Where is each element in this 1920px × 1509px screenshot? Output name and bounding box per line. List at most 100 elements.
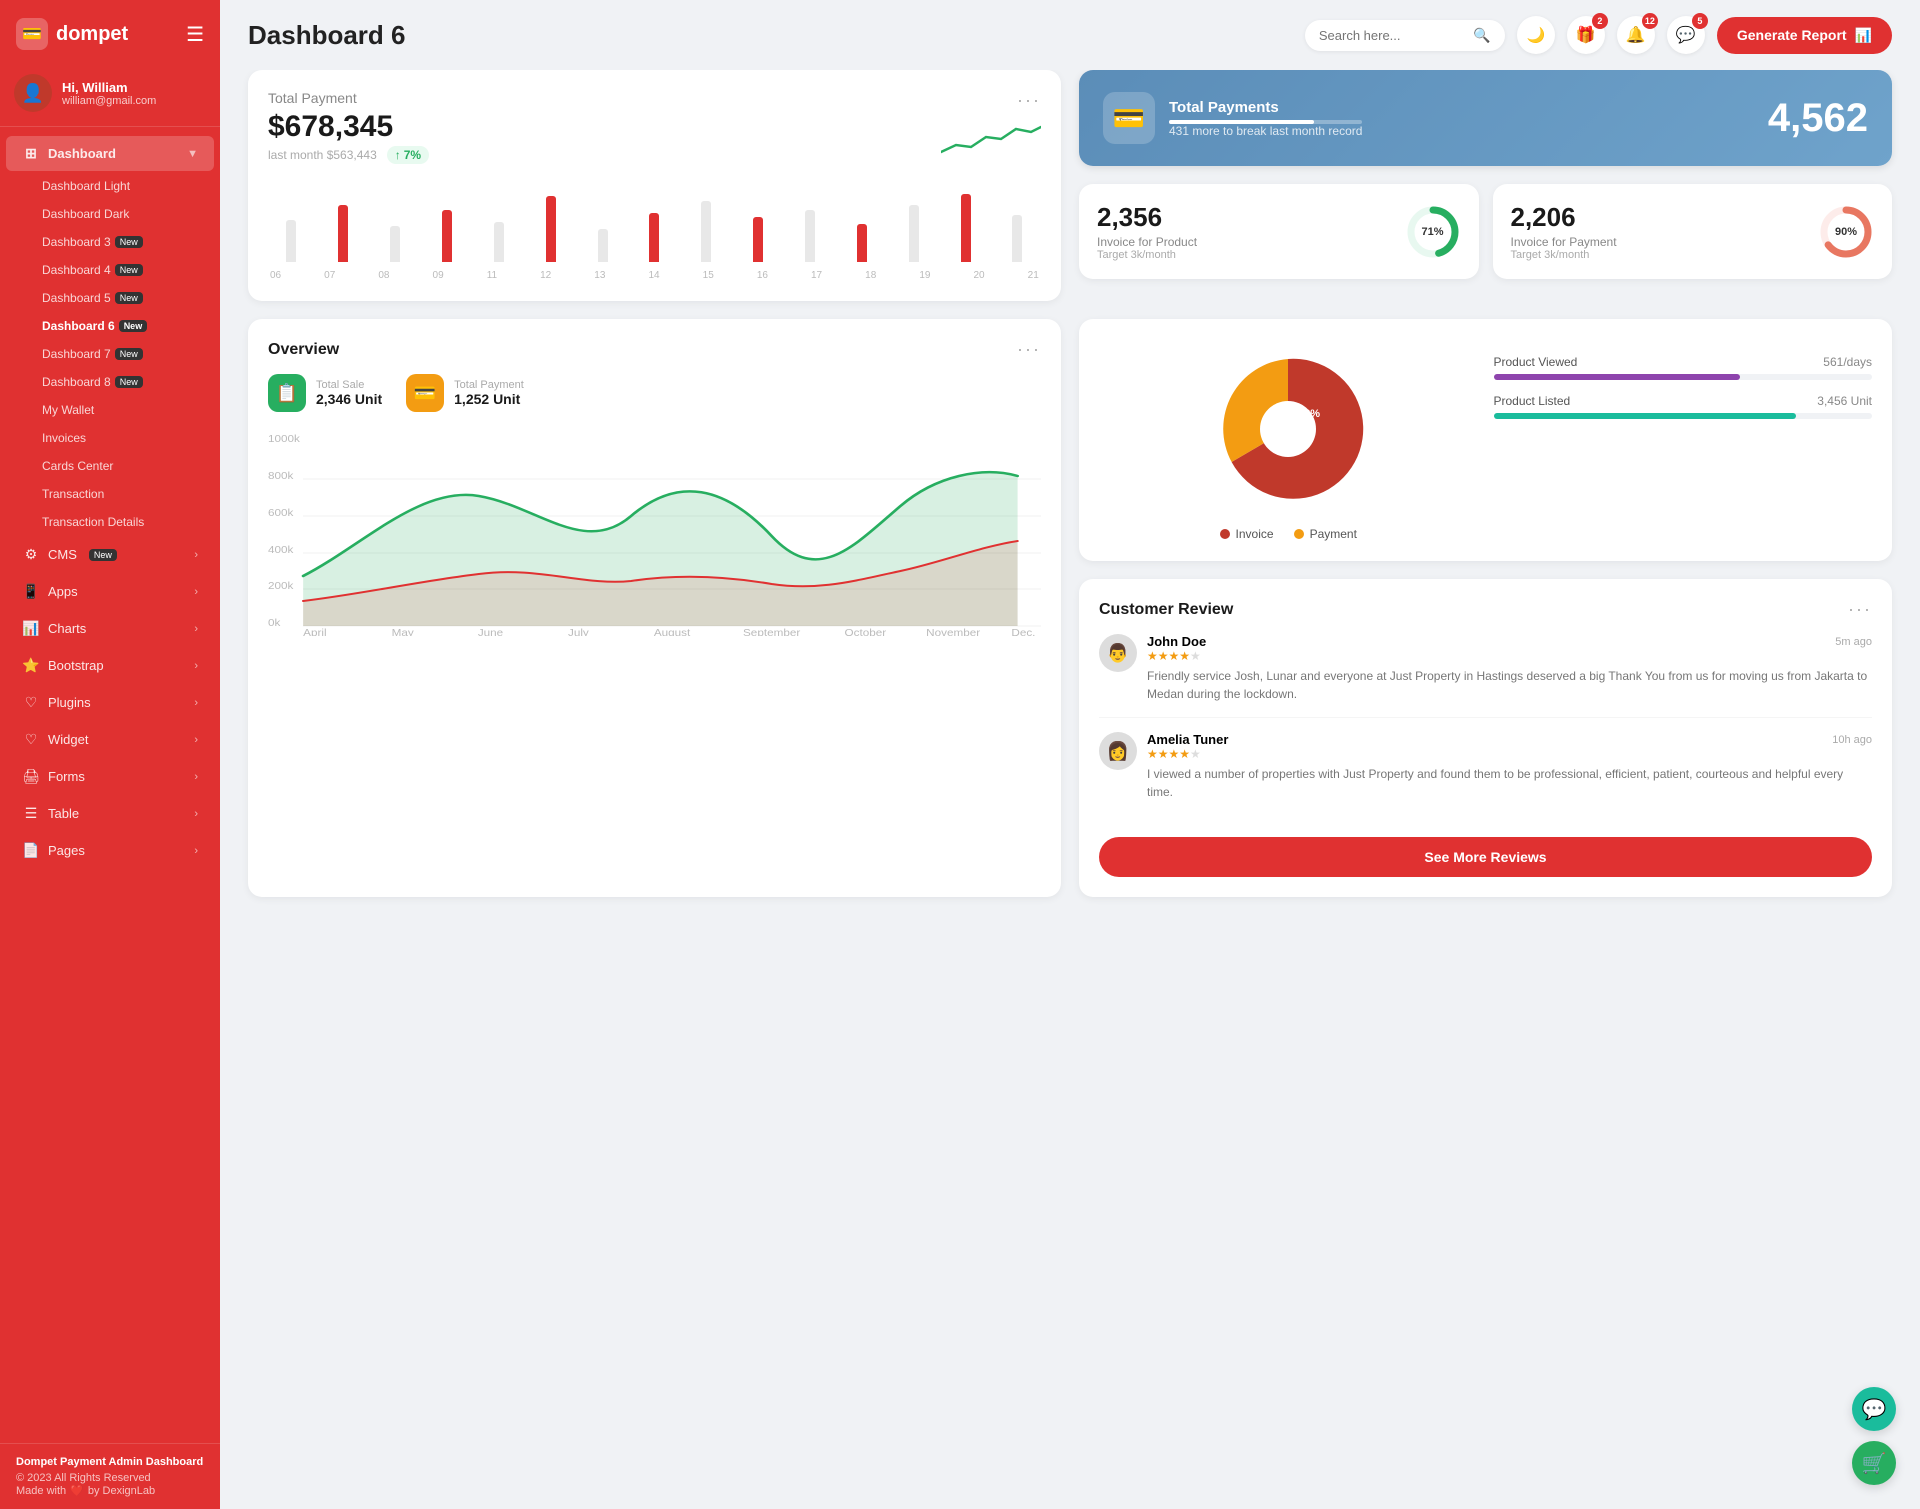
payment-dot <box>1294 529 1304 539</box>
bar-07 <box>338 205 348 262</box>
sidebar-item-cms[interactable]: ⚙ CMS New › <box>6 537 214 572</box>
svg-text:Dec.: Dec. <box>1011 628 1035 636</box>
avatar: 👤 <box>14 74 52 112</box>
generate-report-button[interactable]: Generate Report 📊 <box>1717 17 1892 54</box>
reviewer-2-header: Amelia Tuner 10h ago <box>1147 732 1872 747</box>
sidebar-item-dashboard[interactable]: ⊞ Dashboard ▼ <box>6 136 214 171</box>
sidebar-item-dashboard-5[interactable]: Dashboard 5 New <box>6 284 214 312</box>
svg-text:62%: 62% <box>1263 427 1289 442</box>
sidebar-item-dashboard-7[interactable]: Dashboard 7 New <box>6 340 214 368</box>
product-viewed-fill <box>1494 374 1740 380</box>
reviewer-1-stars: ★★★★★ <box>1147 649 1872 663</box>
sidebar-item-bootstrap[interactable]: ⭐ Bootstrap › <box>6 648 214 683</box>
bar-group-20 <box>942 194 989 262</box>
total-sale-info: Total Sale 2,346 Unit <box>316 379 382 407</box>
sidebar-item-dashboard-light[interactable]: Dashboard Light <box>6 172 214 200</box>
product-listed-header: Product Listed 3,456 Unit <box>1494 394 1873 408</box>
sidebar-item-dashboard-6[interactable]: Dashboard 6 New <box>6 312 214 340</box>
sidebar-item-transaction-details[interactable]: Transaction Details <box>6 508 214 536</box>
bar-label-13: 13 <box>594 270 605 281</box>
sidebar-item-apps[interactable]: 📱 Apps › <box>6 574 214 609</box>
sidebar-item-my-wallet[interactable]: My Wallet <box>6 396 214 424</box>
bar-group-13 <box>579 229 626 262</box>
see-more-reviews-button[interactable]: See More Reviews <box>1099 837 1872 877</box>
cms-icon: ⚙ <box>22 546 40 563</box>
product-listed-value: 3,456 Unit <box>1817 394 1872 408</box>
review-title: Customer Review <box>1099 601 1233 619</box>
sidebar-item-cards-center[interactable]: Cards Center <box>6 452 214 480</box>
generate-report-label: Generate Report <box>1737 27 1847 43</box>
svg-text:August: August <box>654 628 690 636</box>
gift-button[interactable]: 🎁 2 <box>1567 16 1605 54</box>
sidebar-item-dashboard-8[interactable]: Dashboard 8 New <box>6 368 214 396</box>
bar-group-15 <box>683 201 730 262</box>
chevron-right-icon: › <box>194 771 198 783</box>
gift-icon: 🎁 <box>1576 25 1596 45</box>
overview-card: Overview ··· 📋 Total Sale 2,346 Unit 💳 <box>248 319 1061 897</box>
bar-label-08: 08 <box>378 270 389 281</box>
total-sale-icon: 📋 <box>268 374 306 412</box>
blue-card-title: Total Payments <box>1169 99 1362 116</box>
bar-group-18 <box>838 224 885 262</box>
bar-group-11 <box>475 222 522 262</box>
total-payment-stat-info: Total Payment 1,252 Unit <box>454 379 524 407</box>
invoice-row: 2,356 Invoice for Product Target 3k/mont… <box>1079 184 1892 279</box>
search-icon: 🔍 <box>1473 27 1490 44</box>
reviewer-2-stars: ★★★★★ <box>1147 747 1872 761</box>
reviewer-2-content: Amelia Tuner 10h ago ★★★★★ I viewed a nu… <box>1147 732 1872 801</box>
blue-card-value: 4,562 <box>1768 96 1868 141</box>
invoice-product-label: Invoice for Product <box>1097 235 1197 249</box>
svg-text:November: November <box>926 628 980 636</box>
bar-label-12: 12 <box>540 270 551 281</box>
chevron-right-icon: › <box>194 586 198 598</box>
overview-stats: 📋 Total Sale 2,346 Unit 💳 Total Payment … <box>268 374 1041 412</box>
chat-float-icon: 💬 <box>1862 1397 1887 1422</box>
sidebar-item-plugins[interactable]: ♡ Plugins › <box>6 685 214 720</box>
see-more-label: See More Reviews <box>1424 849 1546 865</box>
sidebar-item-widget[interactable]: ♡ Widget › <box>6 722 214 757</box>
cart-float-button[interactable]: 🛒 <box>1852 1441 1896 1485</box>
overview-menu-button[interactable]: ··· <box>1017 339 1041 360</box>
dashboard-icon: ⊞ <box>22 145 40 162</box>
moon-icon: 🌙 <box>1527 26 1546 44</box>
trend-pct: 7% <box>404 148 421 162</box>
copyright: © 2023 All Rights Reserved <box>16 1472 204 1484</box>
bar-label-19: 19 <box>919 270 930 281</box>
svg-text:200k: 200k <box>268 581 294 592</box>
chat-button[interactable]: 💬 5 <box>1667 16 1705 54</box>
svg-text:July: July <box>568 628 589 636</box>
sidebar-item-dashboard-3[interactable]: Dashboard 3 New <box>6 228 214 256</box>
theme-toggle-button[interactable]: 🌙 <box>1517 16 1555 54</box>
svg-text:400k: 400k <box>268 545 294 556</box>
invoice-product-target: Target 3k/month <box>1097 249 1197 261</box>
bar-06 <box>286 220 296 263</box>
chat-float-button[interactable]: 💬 <box>1852 1387 1896 1431</box>
sidebar-footer: Dompet Payment Admin Dashboard © 2023 Al… <box>0 1443 220 1509</box>
sidebar-item-pages[interactable]: 📄 Pages › <box>6 833 214 868</box>
product-listed-row: Product Listed 3,456 Unit <box>1494 394 1873 419</box>
bar-group-07 <box>320 205 367 262</box>
sidebar-item-charts[interactable]: 📊 Charts › <box>6 611 214 646</box>
sidebar-item-invoices[interactable]: Invoices <box>6 424 214 452</box>
sidebar-logo[interactable]: 💳 dompet <box>16 18 128 50</box>
right-bottom-col: 62% 38% Invoice <box>1079 319 1892 897</box>
search-input[interactable] <box>1319 28 1466 43</box>
widget-icon: ♡ <box>22 731 40 748</box>
sidebar-item-transaction[interactable]: Transaction <box>6 480 214 508</box>
sidebar-item-forms[interactable]: 🖨 Forms › <box>6 759 214 794</box>
review-header: Customer Review ··· <box>1099 599 1872 620</box>
chat-badge: 5 <box>1692 13 1708 29</box>
svg-text:October: October <box>845 628 887 636</box>
notification-button[interactable]: 🔔 12 <box>1617 16 1655 54</box>
bootstrap-icon: ⭐ <box>22 657 40 674</box>
sidebar-item-dashboard-4[interactable]: Dashboard 4 New <box>6 256 214 284</box>
sidebar-item-dashboard-dark[interactable]: Dashboard Dark <box>6 200 214 228</box>
card-header: Total Payment $678,345 last month $563,4… <box>268 90 1041 174</box>
review-menu-button[interactable]: ··· <box>1848 599 1872 620</box>
sidebar-item-table[interactable]: ☰ Table › <box>6 796 214 831</box>
card-menu-button[interactable]: ··· <box>1017 90 1041 111</box>
chat-icon: 💬 <box>1676 25 1696 45</box>
hamburger-button[interactable]: ☰ <box>186 22 204 47</box>
total-sale-label: Total Sale <box>316 379 382 391</box>
bar-chart: 060708091112131415161718192021 <box>268 182 1041 281</box>
